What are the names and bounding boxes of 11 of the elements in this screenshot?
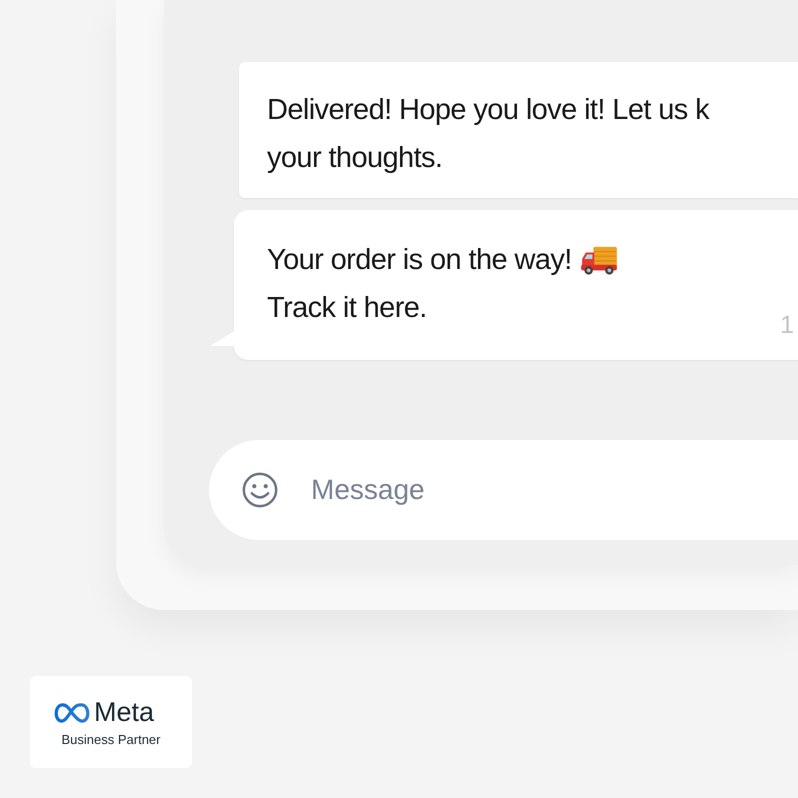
message-text: your thoughts. xyxy=(267,142,442,174)
message-time: 1 xyxy=(780,311,794,340)
message-input-field[interactable]: Message xyxy=(311,474,611,506)
infinity-logo-icon xyxy=(54,702,90,722)
brand-name: Meta xyxy=(94,697,154,728)
badge-subtitle: Business Partner xyxy=(60,732,160,747)
truck-icon xyxy=(580,244,618,276)
emoji-icon[interactable] xyxy=(241,471,279,509)
message-text: Delivered! Hope you love it! Let us k xyxy=(267,94,710,126)
message-text: Your order is on the way! xyxy=(267,244,572,276)
message-text: Track it here. xyxy=(267,292,427,324)
